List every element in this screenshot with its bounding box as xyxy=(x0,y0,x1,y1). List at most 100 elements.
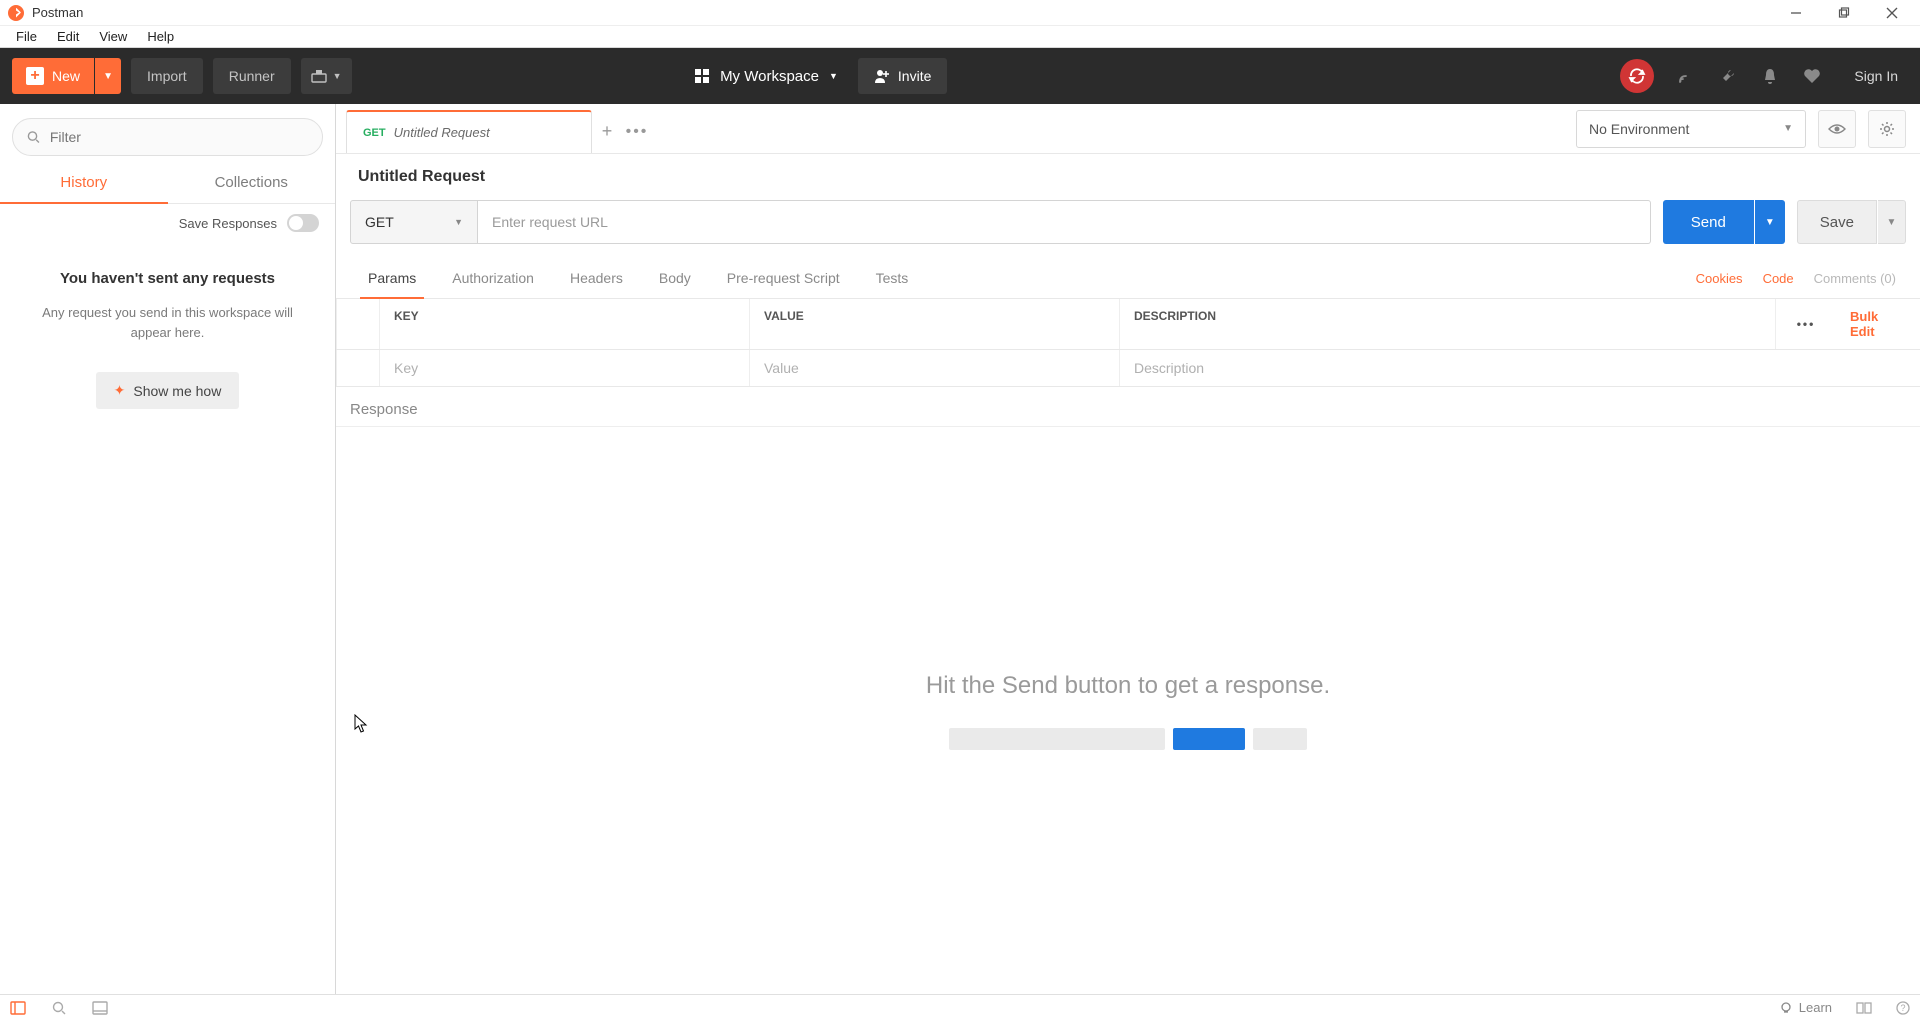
minimize-icon[interactable] xyxy=(1786,3,1806,23)
link-comments[interactable]: Comments (0) xyxy=(1804,271,1906,286)
save-caret[interactable]: ▼ xyxy=(1878,200,1906,244)
tab-body[interactable]: Body xyxy=(641,258,709,298)
invite-button[interactable]: Invite xyxy=(858,58,947,94)
menu-view[interactable]: View xyxy=(89,27,137,46)
params-row[interactable]: Key Value Description xyxy=(336,350,1920,386)
row-key-input[interactable]: Key xyxy=(380,350,750,386)
eye-icon xyxy=(1828,123,1846,135)
link-cookies[interactable]: Cookies xyxy=(1686,271,1753,286)
col-description: DESCRIPTION xyxy=(1120,299,1776,349)
method-label: GET xyxy=(365,214,394,230)
col-actions[interactable]: ••• xyxy=(1776,299,1836,349)
workspace-switcher[interactable]: My Workspace ▼ xyxy=(688,58,844,94)
main-area: GET Untitled Request + ••• No Environmen… xyxy=(336,104,1920,994)
signin-button[interactable]: Sign In xyxy=(1844,68,1908,84)
row-desc-input[interactable]: Description xyxy=(1120,350,1920,386)
save-responses-toggle[interactable] xyxy=(287,214,319,232)
new-button-group: + New ▼ xyxy=(12,58,121,94)
tab-headers[interactable]: Headers xyxy=(552,258,641,298)
capture-icon xyxy=(311,69,327,83)
chevron-down-icon: ▼ xyxy=(829,71,838,81)
menu-help[interactable]: Help xyxy=(137,27,184,46)
plus-icon: + xyxy=(26,67,44,85)
skeleton-bar xyxy=(949,728,1165,750)
runner-button[interactable]: Runner xyxy=(213,58,291,94)
menu-file[interactable]: File xyxy=(6,27,47,46)
tab-title: Untitled Request xyxy=(394,125,490,140)
new-button-label: New xyxy=(52,68,80,84)
new-button[interactable]: + New xyxy=(12,58,94,94)
save-button[interactable]: Save xyxy=(1797,200,1877,244)
runner-label: Runner xyxy=(229,68,275,84)
bell-icon[interactable] xyxy=(1760,66,1780,86)
send-caret[interactable]: ▼ xyxy=(1755,200,1785,244)
save-label: Save xyxy=(1820,214,1854,231)
params-table: KEY VALUE DESCRIPTION ••• Bulk Edit Key … xyxy=(336,299,1920,387)
two-pane-icon[interactable] xyxy=(1856,1002,1872,1014)
wrench-icon[interactable] xyxy=(1718,66,1738,86)
help-icon[interactable]: ? xyxy=(1896,1001,1910,1015)
environment-select[interactable]: No Environment ▼ xyxy=(1576,110,1806,148)
import-button[interactable]: Import xyxy=(131,58,203,94)
skeleton-bar-primary xyxy=(1173,728,1245,750)
bulb-icon xyxy=(1779,1001,1793,1015)
invite-label: Invite xyxy=(898,68,931,84)
sidebar-toggle-icon[interactable] xyxy=(10,1001,26,1015)
show-me-how-label: Show me how xyxy=(133,383,221,399)
environment-selected: No Environment xyxy=(1589,121,1689,137)
bulk-edit-button[interactable]: Bulk Edit xyxy=(1836,299,1920,349)
heart-icon[interactable] xyxy=(1802,66,1822,86)
maximize-icon[interactable] xyxy=(1834,3,1854,23)
sync-button[interactable] xyxy=(1620,59,1654,93)
tab-method-badge: GET xyxy=(363,127,386,139)
find-icon[interactable] xyxy=(52,1001,66,1015)
skeleton-bar xyxy=(1253,728,1307,750)
capture-button[interactable]: ▼ xyxy=(301,58,352,94)
tab-collections[interactable]: Collections xyxy=(168,164,336,203)
sparkle-icon: ✦ xyxy=(114,382,126,399)
col-checkbox xyxy=(336,299,380,349)
tab-tests[interactable]: Tests xyxy=(858,258,927,298)
response-label: Response xyxy=(336,387,1920,426)
tab-params[interactable]: Params xyxy=(350,258,434,298)
svg-text:?: ? xyxy=(1900,1003,1905,1013)
filter-input[interactable] xyxy=(12,118,323,156)
workspace-label: My Workspace xyxy=(720,68,819,85)
request-tab[interactable]: GET Untitled Request xyxy=(346,110,592,153)
send-button[interactable]: Send xyxy=(1663,200,1754,244)
chevron-down-icon: ▼ xyxy=(1783,123,1793,134)
method-select[interactable]: GET ▼ xyxy=(350,200,478,244)
environment-quicklook-button[interactable] xyxy=(1818,110,1856,148)
row-checkbox[interactable] xyxy=(336,350,380,386)
tab-authorization[interactable]: Authorization xyxy=(434,258,552,298)
save-responses-label: Save Responses xyxy=(179,216,277,231)
sync-icon xyxy=(1628,67,1646,85)
link-code[interactable]: Code xyxy=(1753,271,1804,286)
request-section-tabs: Params Authorization Headers Body Pre-re… xyxy=(336,258,1920,299)
settings-button[interactable] xyxy=(1868,110,1906,148)
tab-history[interactable]: History xyxy=(0,164,168,203)
main-toolbar: + New ▼ Import Runner ▼ My Workspace ▼ I… xyxy=(0,48,1920,104)
close-icon[interactable] xyxy=(1882,3,1902,23)
url-input[interactable] xyxy=(492,201,1636,243)
learn-link[interactable]: Learn xyxy=(1779,1000,1832,1015)
satellite-icon[interactable] xyxy=(1676,66,1696,86)
sidebar: History Collections Save Responses You h… xyxy=(0,104,336,994)
row-value-input[interactable]: Value xyxy=(750,350,1120,386)
request-tab-bar: GET Untitled Request + ••• No Environmen… xyxy=(336,104,1920,154)
menu-bar: File Edit View Help xyxy=(0,26,1920,48)
console-icon[interactable] xyxy=(92,1001,108,1015)
new-tab-button[interactable]: + xyxy=(592,110,622,153)
search-icon xyxy=(27,130,40,144)
show-me-how-button[interactable]: ✦ Show me how xyxy=(96,372,240,409)
window-controls xyxy=(1786,3,1912,23)
invite-icon xyxy=(874,69,890,83)
new-button-caret[interactable]: ▼ xyxy=(95,58,121,94)
filter-field[interactable] xyxy=(50,129,308,145)
request-name[interactable]: Untitled Request xyxy=(336,154,1920,196)
chevron-down-icon: ▼ xyxy=(454,217,463,227)
tab-prerequest[interactable]: Pre-request Script xyxy=(709,258,858,298)
menu-edit[interactable]: Edit xyxy=(47,27,89,46)
tab-overflow-button[interactable]: ••• xyxy=(622,110,652,153)
gear-icon xyxy=(1879,121,1895,137)
